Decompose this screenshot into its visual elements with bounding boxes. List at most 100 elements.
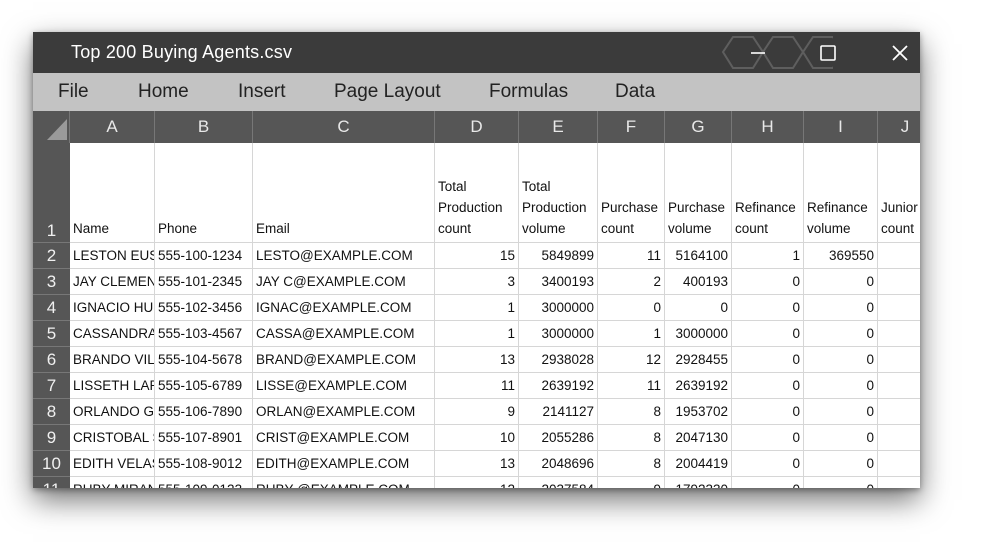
table-cell[interactable]: 3400193 [519, 269, 598, 295]
table-cell[interactable]: 555-100-1234 [155, 243, 253, 269]
row-header[interactable]: 8 [33, 399, 70, 425]
table-cell[interactable]: 1 [435, 321, 519, 347]
table-cell[interactable]: IGNACIO HUE [70, 295, 155, 321]
table-cell[interactable]: 2047130 [665, 425, 732, 451]
table-cell[interactable]: 555-102-3456 [155, 295, 253, 321]
table-cell[interactable]: 0 [804, 451, 878, 477]
table-cell[interactable]: 2037584 [519, 477, 598, 488]
table-cell[interactable]: 2928455 [665, 347, 732, 373]
menu-data[interactable]: Data [615, 81, 655, 103]
header-cell[interactable]: Name [70, 143, 155, 243]
table-cell[interactable]: 555-101-2345 [155, 269, 253, 295]
table-cell[interactable]: 5849899 [519, 243, 598, 269]
table-cell[interactable]: BRANDO VILL [70, 347, 155, 373]
minimize-button[interactable] [733, 32, 783, 73]
table-cell[interactable]: 0 [804, 321, 878, 347]
table-cell[interactable]: BRAND@EXAMPLE.COM [253, 347, 435, 373]
table-cell[interactable]: 2048696 [519, 451, 598, 477]
header-cell[interactable]: Total Production count [435, 143, 519, 243]
table-cell[interactable]: 0 [732, 399, 804, 425]
table-cell[interactable]: 0 [878, 399, 920, 425]
table-cell[interactable]: 1 [878, 295, 920, 321]
table-cell[interactable]: 555-108-9012 [155, 451, 253, 477]
table-cell[interactable]: 555-106-7890 [155, 399, 253, 425]
table-cell[interactable]: 2141127 [519, 399, 598, 425]
spreadsheet-grid[interactable]: A B C D E F G H I J 1 Name Phone Email Total Productio… [33, 111, 920, 488]
column-header-g[interactable]: G [665, 111, 732, 143]
table-cell[interactable]: 555-103-4567 [155, 321, 253, 347]
table-cell[interactable]: 2 [878, 477, 920, 488]
table-cell[interactable]: 2639192 [665, 373, 732, 399]
table-cell[interactable]: 0 [804, 399, 878, 425]
row-header[interactable]: 1 [33, 143, 70, 243]
row-header[interactable]: 3 [33, 269, 70, 295]
row-header[interactable]: 2 [33, 243, 70, 269]
table-cell[interactable]: 0 [878, 373, 920, 399]
table-cell[interactable]: EDITH VELAS [70, 451, 155, 477]
table-cell[interactable]: 0 [804, 425, 878, 451]
table-cell[interactable]: 0 [732, 373, 804, 399]
menu-formulas[interactable]: Formulas [489, 81, 568, 103]
table-cell[interactable]: 3000000 [519, 321, 598, 347]
table-cell[interactable]: CASSANDRA [70, 321, 155, 347]
table-cell[interactable]: 0 [732, 477, 804, 488]
table-cell[interactable]: 10 [435, 425, 519, 451]
menu-insert[interactable]: Insert [238, 81, 286, 103]
header-cell[interactable]: Phone [155, 143, 253, 243]
table-cell[interactable]: 12 [598, 347, 665, 373]
header-cell[interactable]: Total Production volume [519, 143, 598, 243]
table-cell[interactable]: 11 [598, 243, 665, 269]
column-header-e[interactable]: E [519, 111, 598, 143]
header-cell[interactable]: Refinance count [732, 143, 804, 243]
column-header-f[interactable]: F [598, 111, 665, 143]
table-cell[interactable]: 0 [665, 295, 732, 321]
table-cell[interactable]: 5164100 [665, 243, 732, 269]
header-cell[interactable]: Email [253, 143, 435, 243]
column-header-j[interactable]: J [878, 111, 920, 143]
table-cell[interactable]: LISSETH LARI [70, 373, 155, 399]
table-cell[interactable]: 0 [804, 269, 878, 295]
table-cell[interactable]: 3000000 [665, 321, 732, 347]
table-cell[interactable]: 555-107-8901 [155, 425, 253, 451]
table-cell[interactable]: 11 [435, 373, 519, 399]
column-header-b[interactable]: B [155, 111, 253, 143]
table-cell[interactable]: EDITH@EXAMPLE.COM [253, 451, 435, 477]
select-all-corner[interactable] [33, 111, 70, 143]
table-cell[interactable]: 0 [804, 373, 878, 399]
table-cell[interactable]: ORLAN@EXAMPLE.COM [253, 399, 435, 425]
table-cell[interactable]: 1 [598, 321, 665, 347]
table-cell[interactable]: 0 [732, 347, 804, 373]
table-cell[interactable]: 3000000 [519, 295, 598, 321]
table-cell[interactable]: 1 [732, 243, 804, 269]
table-cell[interactable]: IGNAC@EXAMPLE.COM [253, 295, 435, 321]
table-cell[interactable]: 0 [804, 347, 878, 373]
maximize-button[interactable] [803, 32, 853, 73]
row-header[interactable]: 4 [33, 295, 70, 321]
table-cell[interactable]: LESTO@EXAMPLE.COM [253, 243, 435, 269]
column-header-a[interactable]: A [70, 111, 155, 143]
column-header-d[interactable]: D [435, 111, 519, 143]
table-cell[interactable]: 8 [598, 451, 665, 477]
column-header-i[interactable]: I [804, 111, 878, 143]
table-cell[interactable]: 3 [878, 243, 920, 269]
table-cell[interactable]: 1 [435, 295, 519, 321]
table-cell[interactable]: 0 [732, 321, 804, 347]
table-cell[interactable]: 2639192 [519, 373, 598, 399]
table-cell[interactable]: 5 [878, 451, 920, 477]
row-header[interactable]: 9 [33, 425, 70, 451]
table-cell[interactable]: 15 [435, 243, 519, 269]
table-cell[interactable]: 0 [804, 295, 878, 321]
table-cell[interactable]: 8 [598, 399, 665, 425]
table-cell[interactable]: JAY CLEMENT [70, 269, 155, 295]
row-header[interactable]: 10 [33, 451, 70, 477]
row-header[interactable]: 5 [33, 321, 70, 347]
row-header[interactable]: 11 [33, 477, 70, 488]
table-cell[interactable]: 0 [732, 295, 804, 321]
table-cell[interactable]: 2938028 [519, 347, 598, 373]
menu-file[interactable]: File [58, 81, 89, 103]
table-cell[interactable]: LESTON EUST [70, 243, 155, 269]
table-cell[interactable]: CRISTOBAL S [70, 425, 155, 451]
table-cell[interactable]: 13 [435, 347, 519, 373]
menu-page-layout[interactable]: Page Layout [334, 81, 441, 103]
menu-home[interactable]: Home [138, 81, 189, 103]
